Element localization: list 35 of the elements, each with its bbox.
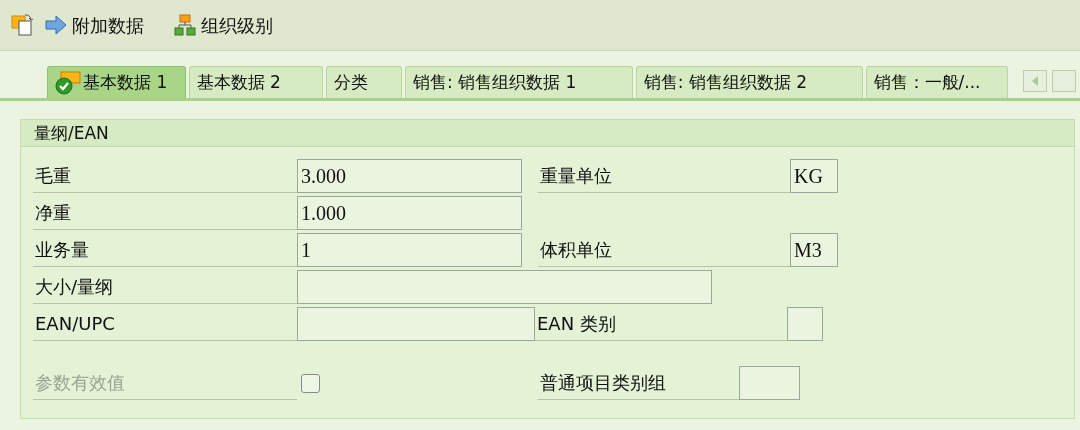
group-title: 量纲/EAN [21, 120, 1074, 147]
tab[interactable]: 销售: 销售组织数据 2 [635, 66, 863, 98]
right-arrow-icon [45, 15, 67, 35]
field-label: EAN 类别 [537, 312, 616, 336]
input-field[interactable]: 1.000 [297, 196, 522, 230]
field-label: 大小/量纲 [35, 275, 114, 299]
tab[interactable]: 销售: 销售组织数据 1 [404, 66, 633, 98]
input-field[interactable]: M3 [790, 233, 838, 267]
field-label: 参数有效值 [35, 371, 125, 395]
hierarchy-icon [174, 14, 196, 36]
toolbar-button[interactable]: 组织级别 [174, 11, 273, 39]
scroll-right-button[interactable] [1052, 70, 1076, 92]
input-field[interactable] [297, 270, 712, 304]
check-folder-icon [55, 70, 81, 95]
input-field[interactable]: 3.000 [297, 159, 522, 193]
input-field[interactable] [739, 366, 800, 400]
field-label: 体积单位 [540, 238, 612, 262]
checkbox[interactable] [301, 373, 320, 393]
tab[interactable]: 销售：一般/... [865, 66, 1008, 98]
field-label: EAN/UPC [35, 312, 115, 336]
field-label: 净重 [35, 201, 71, 225]
input-field[interactable] [297, 307, 535, 341]
field-label: 业务量 [35, 238, 89, 262]
left-triangle-icon [1032, 76, 1038, 86]
field-label: 普通项目类别组 [540, 371, 666, 395]
input-field[interactable]: 1 [297, 233, 522, 267]
field-label: 毛重 [35, 164, 71, 188]
input-field[interactable] [787, 307, 823, 341]
tab[interactable]: 分类 [326, 66, 402, 98]
tab[interactable]: 基本数据 2 [188, 66, 324, 98]
toolbar-button[interactable]: 附加数据 [45, 11, 144, 39]
input-field[interactable]: KG [790, 159, 838, 193]
field-label: 重量单位 [540, 164, 612, 188]
tab[interactable]: 基本数据 1 [47, 66, 186, 98]
scroll-left-button[interactable] [1023, 70, 1047, 92]
